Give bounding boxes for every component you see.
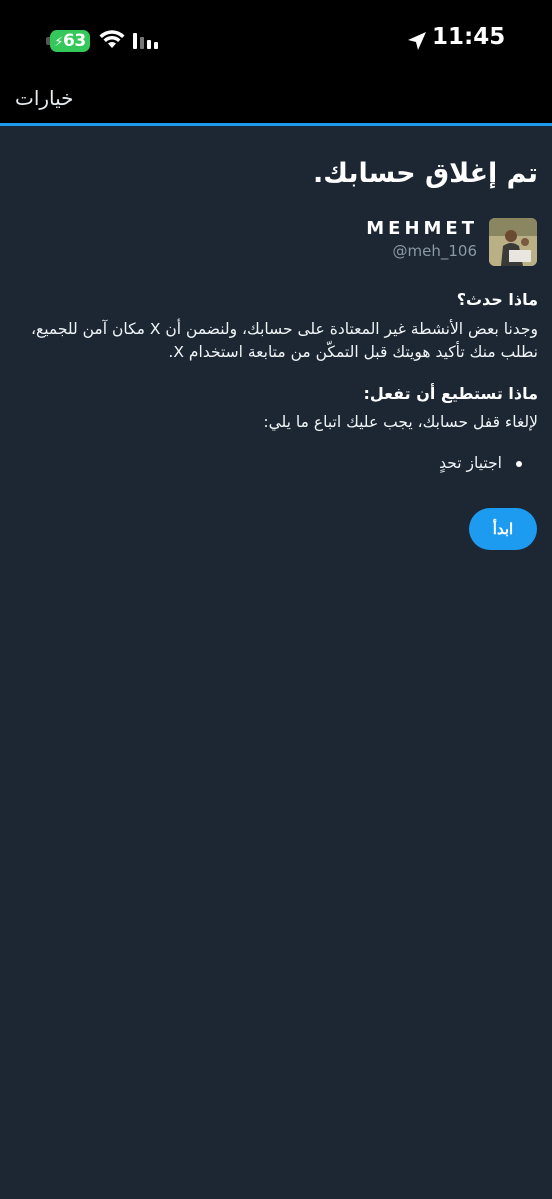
display-name: MEHMET xyxy=(366,218,478,239)
bullet-icon xyxy=(516,460,522,467)
step-label: اجتياز تحدٍ xyxy=(439,454,502,472)
options-button[interactable]: خيارات xyxy=(15,86,74,110)
clock: 11:45 xyxy=(432,24,506,50)
battery-level: 63 xyxy=(62,31,86,51)
list-item: اجتياز تحدٍ xyxy=(439,454,522,472)
nav-bar: خيارات xyxy=(0,80,552,123)
username: @meh_106 xyxy=(392,242,477,260)
avatar xyxy=(489,218,537,266)
signal-icon xyxy=(133,33,158,49)
what-happened-heading: ماذا حدث؟ xyxy=(456,290,538,309)
steps-list: اجتياز تحدٍ xyxy=(439,454,522,472)
what-happened-body: وجدنا بعض الأنشطة غير المعتادة على حسابك… xyxy=(30,320,538,361)
what-to-do-heading: ماذا تستطيع أن تفعل: xyxy=(363,384,538,403)
location-arrow-icon xyxy=(408,32,426,50)
nav-divider xyxy=(0,123,552,126)
battery-charging-icon: ⚡63 xyxy=(50,30,90,52)
status-bar: ⚡63 11:45 xyxy=(0,0,552,80)
wifi-icon xyxy=(99,30,125,48)
start-button[interactable]: ابدأ xyxy=(469,508,537,550)
page-title: تم إغلاق حسابك. xyxy=(312,158,538,189)
what-to-do-body: لإلغاء قفل حسابك، يجب عليك اتباع ما يلي: xyxy=(263,413,538,431)
